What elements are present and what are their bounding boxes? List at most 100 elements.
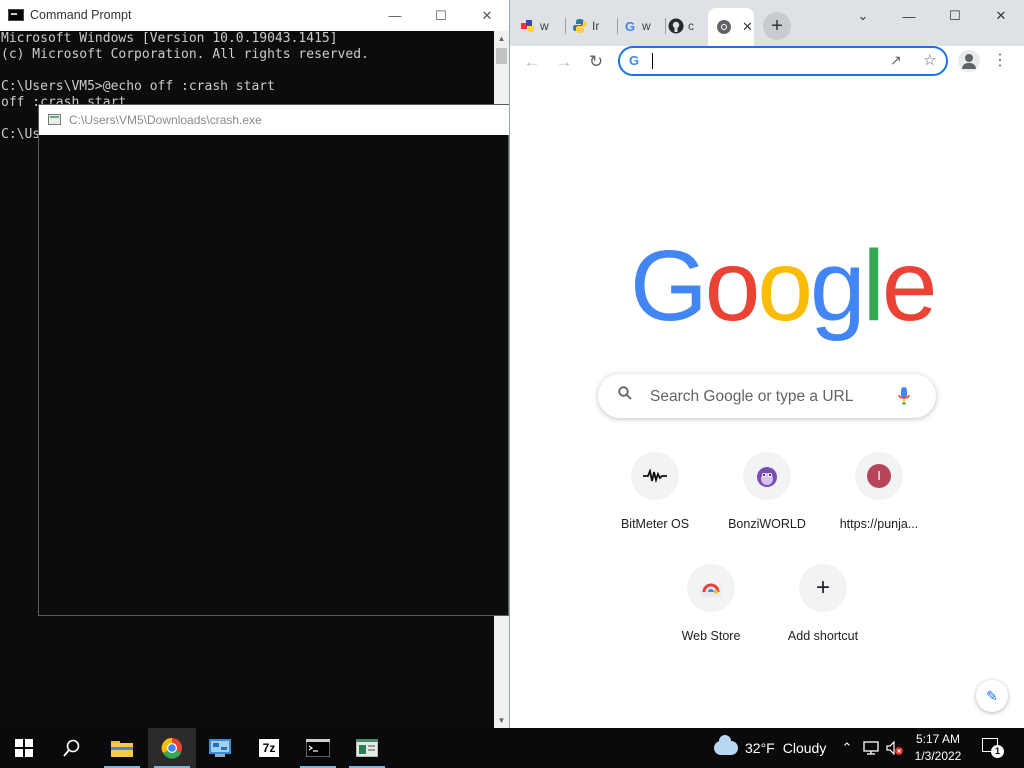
tab-label: w <box>642 19 651 33</box>
windows-start-icon[interactable] <box>0 728 48 768</box>
cmd-minimize-button[interactable]: — <box>372 0 418 31</box>
logo-letter: l <box>862 230 885 342</box>
volume-muted-icon[interactable] <box>884 728 906 768</box>
notification-count-badge: 1 <box>991 745 1004 758</box>
chevron-up-icon[interactable]: ⌃ <box>838 728 856 768</box>
microphone-icon[interactable] <box>896 386 912 406</box>
chrome-icon[interactable] <box>148 728 196 768</box>
tab-separator <box>565 18 566 34</box>
new-tab-button[interactable]: + <box>763 12 791 40</box>
cmd-close-button[interactable]: ✕ <box>464 0 510 31</box>
chrome-maximize-button[interactable]: ☐ <box>932 0 978 32</box>
tab-strip: w Ir G w c ✕ + ⌄ — ☐ ✕ <box>510 0 1024 46</box>
scroll-up-arrow-icon[interactable]: ▲ <box>494 31 509 46</box>
scrollbar-thumb[interactable] <box>496 48 507 64</box>
python-icon <box>572 18 588 34</box>
tab-separator <box>665 18 666 34</box>
shortcut-label: BitMeter OS <box>620 517 690 531</box>
shortcut-label: BonziWORLD <box>728 517 806 531</box>
plus-symbol: + <box>815 574 830 601</box>
waveform-icon <box>631 452 679 500</box>
network-icon[interactable] <box>860 728 882 768</box>
logo-letter: g <box>810 230 866 342</box>
back-arrow-icon[interactable]: ← <box>520 50 544 74</box>
crash-titlebar[interactable]: C:\Users\VM5\Downloads\crash.exe <box>39 105 509 135</box>
shortcut-label: https://punja... <box>839 517 919 531</box>
bookmark-star-icon[interactable]: ☆ <box>923 51 936 69</box>
console-line: (c) Microsoft Corporation. All rights re… <box>1 47 369 62</box>
7zip-icon[interactable]: 7z <box>245 728 293 768</box>
chrome-window[interactable]: w Ir G w c ✕ + ⌄ — ☐ ✕ ← → ↻ G ↗ ☆ ⋮ Goo… <box>509 0 1024 728</box>
chrome-close-button[interactable]: ✕ <box>978 0 1024 32</box>
logo-letter: e <box>881 230 938 342</box>
notification-center-icon[interactable]: 1 <box>980 736 1004 758</box>
tab-2[interactable]: Ir <box>572 10 618 42</box>
google-g-icon: G <box>629 53 640 68</box>
weather-temp: 32°F <box>745 740 775 756</box>
chrome-minimize-button[interactable]: — <box>886 0 932 32</box>
customize-pencil-icon[interactable]: ✎ <box>976 680 1008 712</box>
share-icon[interactable]: ↗ <box>890 52 902 69</box>
desktop: Command Prompt — ☐ ✕ Microsoft Windows [… <box>0 0 1024 768</box>
taskbar: 7z 32°F Cloudy ⌃ 5:17 AM 1/3/2022 1 <box>0 728 1024 768</box>
text-caret <box>652 53 653 69</box>
crash-exe-window[interactable]: C:\Users\VM5\Downloads\crash.exe <box>38 104 509 616</box>
color-blocks-icon <box>520 18 536 34</box>
cmd-icon[interactable] <box>294 728 342 768</box>
logo-letter: o <box>757 230 813 342</box>
google-logo: Google <box>630 230 938 342</box>
cmd-maximize-button[interactable]: ☐ <box>418 0 464 31</box>
crash-exe-icon[interactable] <box>343 728 391 768</box>
tab-close-icon[interactable]: ✕ <box>742 19 753 35</box>
search-icon[interactable] <box>48 728 96 768</box>
chrome-icon <box>716 19 732 35</box>
chrome-toolbar: ← → ↻ G ↗ ☆ ⋮ <box>510 46 1024 78</box>
shortcut-bitmeter-os[interactable]: BitMeter OS <box>600 452 710 531</box>
clock-time: 5:17 AM <box>915 732 961 746</box>
shortcut-web-store[interactable]: Web Store <box>656 564 766 643</box>
tab-label: c <box>688 19 694 33</box>
taskbar-clock[interactable]: 5:17 AM 1/3/2022 <box>908 731 968 765</box>
search-placeholder: Search Google or type a URL <box>650 388 854 405</box>
cmd-titlebar[interactable]: Command Prompt — ☐ ✕ <box>0 0 509 31</box>
reload-icon[interactable]: ↻ <box>584 50 608 74</box>
scroll-down-arrow-icon[interactable]: ▼ <box>494 713 509 728</box>
cmd-title: Command Prompt <box>30 8 132 22</box>
github-icon <box>668 18 684 34</box>
tab-1[interactable]: w <box>520 10 566 42</box>
tab-new-tab-active[interactable]: ✕ <box>708 8 754 46</box>
chrome-menu-kebab-icon[interactable]: ⋮ <box>992 50 1008 70</box>
clock-date: 1/3/2022 <box>914 749 962 763</box>
search-icon <box>618 386 632 400</box>
google-search-box[interactable]: Search Google or type a URL <box>598 374 936 418</box>
address-bar[interactable]: G ↗ ☆ <box>618 46 948 76</box>
tab-label: Ir <box>592 19 600 33</box>
tab-3[interactable]: G w <box>622 10 666 42</box>
console-line: Microsoft Windows [Version 10.0.19043.14… <box>1 31 338 46</box>
tab-4[interactable]: c <box>668 10 706 42</box>
tab-search-chevron-icon[interactable]: ⌄ <box>840 0 886 32</box>
add-shortcut-button[interactable]: + Add shortcut <box>768 564 878 643</box>
cmd-app-icon <box>8 9 24 21</box>
google-icon: G <box>624 18 636 34</box>
purple-monkey-icon <box>743 452 791 500</box>
weather-condition: Cloudy <box>782 740 827 756</box>
weather-widget[interactable]: 32°F Cloudy <box>714 728 826 768</box>
letter-i-icon: I <box>855 452 903 500</box>
crash-title: C:\Users\VM5\Downloads\crash.exe <box>69 113 262 127</box>
forward-arrow-icon[interactable]: → <box>552 50 576 74</box>
control-panel-icon[interactable] <box>196 728 244 768</box>
shortcut-label: Add shortcut <box>787 629 859 643</box>
shortcut-punja[interactable]: I https://punja... <box>824 452 934 531</box>
7zip-label: 7z <box>258 738 280 758</box>
logo-letter: o <box>704 230 761 342</box>
profile-avatar-icon[interactable] <box>958 50 980 72</box>
logo-letter: G <box>630 230 708 342</box>
file-explorer-icon[interactable] <box>98 728 146 768</box>
tab-label: w <box>540 19 549 33</box>
tab-separator <box>617 18 618 34</box>
chrome-web-store-icon <box>687 564 735 612</box>
shortcut-bonziworld[interactable]: BonziWORLD <box>712 452 822 531</box>
letter-i-badge: I <box>867 464 891 488</box>
